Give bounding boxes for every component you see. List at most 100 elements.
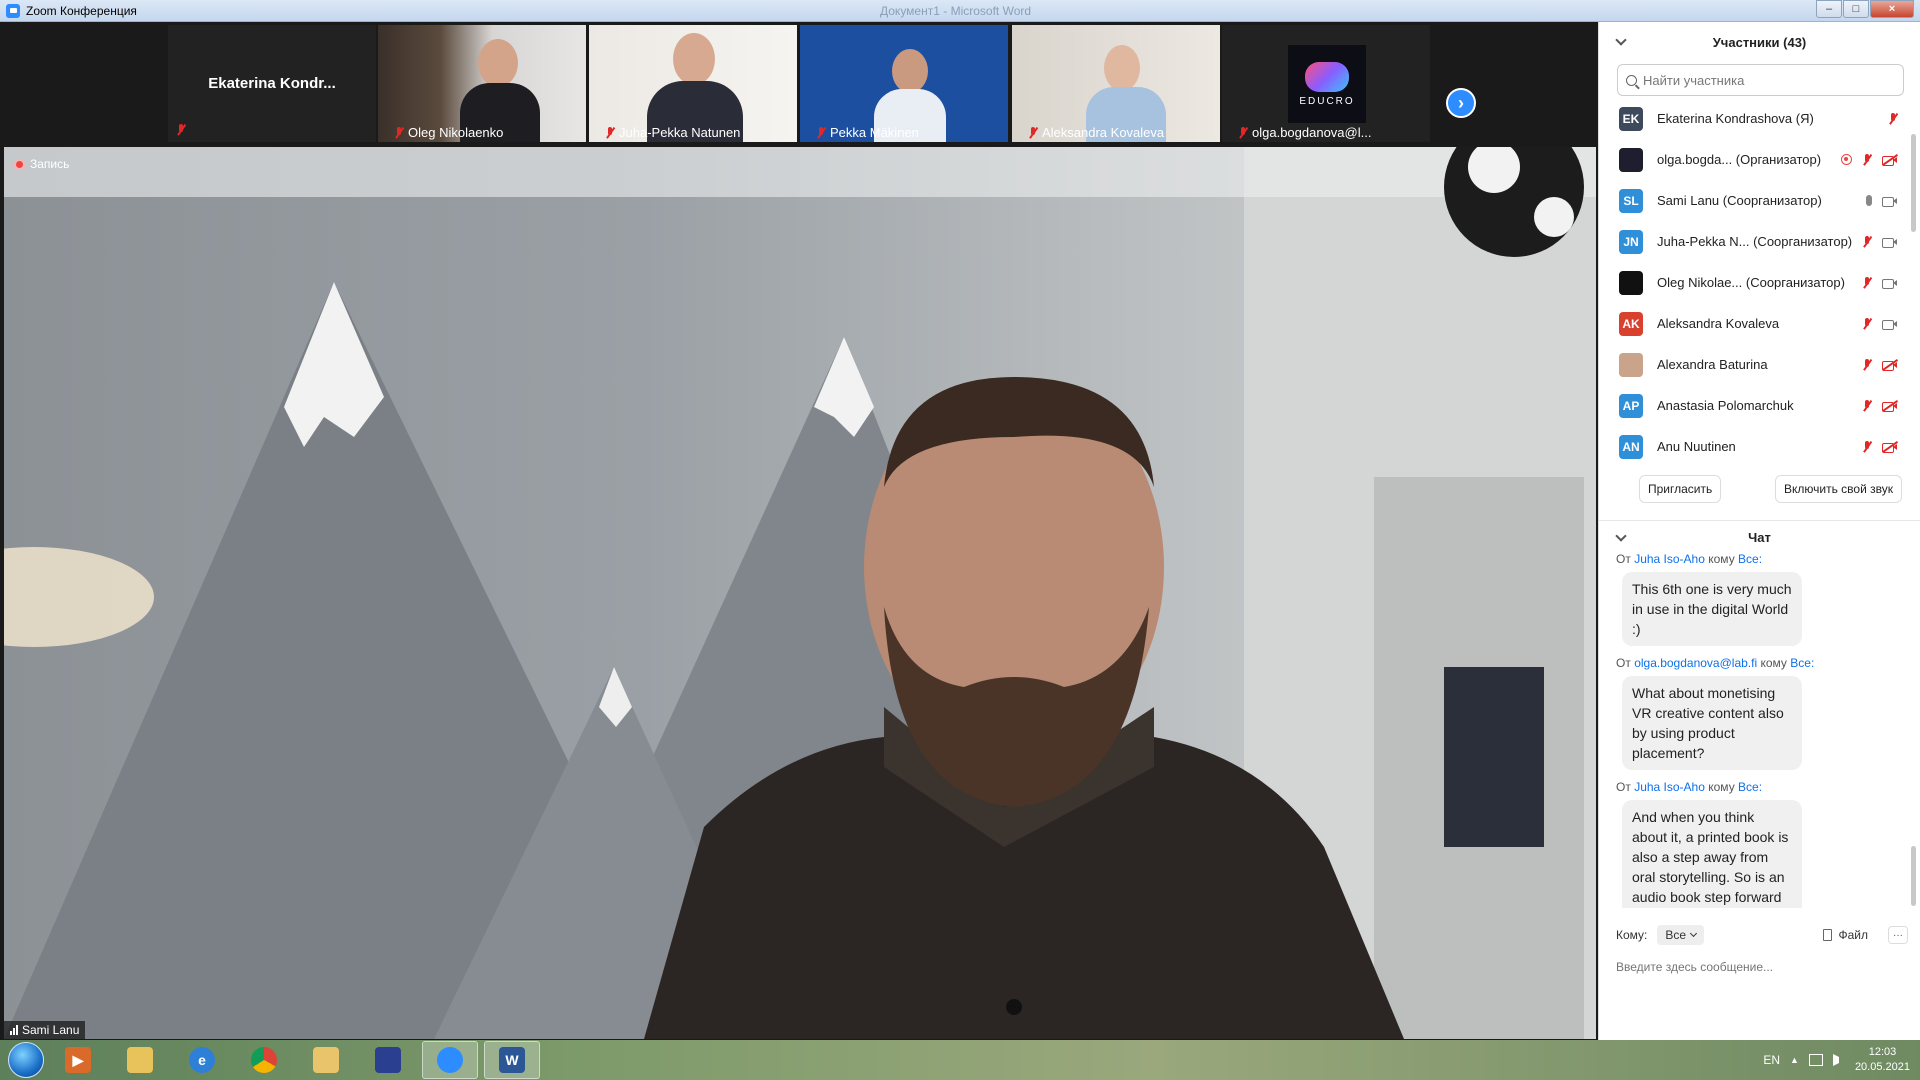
- mic-muted-icon: [1238, 126, 1248, 139]
- start-button[interactable]: [8, 1042, 44, 1078]
- speaker-name: Sami Lanu: [22, 1023, 80, 1037]
- title-bar: Zoom Конференция Документ1 - Microsoft W…: [0, 0, 1920, 22]
- chat-recipient[interactable]: Все:: [1790, 656, 1814, 670]
- participant-row[interactable]: AN Anu Nuutinen: [1599, 426, 1920, 467]
- collapse-chevron-icon[interactable]: [1615, 34, 1627, 46]
- participant-face: [478, 39, 518, 87]
- invite-button[interactable]: Пригласить: [1639, 475, 1722, 503]
- chat-to-prefix: кому: [1760, 656, 1787, 670]
- mic-muted-icon: [816, 126, 826, 139]
- participant-face: [673, 33, 715, 85]
- network-icon[interactable]: [1808, 1054, 1823, 1066]
- windows-taskbar: ▶ e W EN ▲ 12:03 20.05.2021: [0, 1040, 1920, 1080]
- recording-dot-icon: [14, 158, 25, 170]
- thumbnail-name: Oleg Nikolaenko: [408, 125, 504, 140]
- mic-muted-icon: [1888, 112, 1898, 125]
- participants-scrollbar[interactable]: [1911, 134, 1916, 232]
- participant-search[interactable]: Найти участника: [1617, 64, 1904, 96]
- chat-collapse-chevron-icon[interactable]: [1615, 530, 1627, 542]
- taskbar-app-word[interactable]: W: [484, 1041, 540, 1079]
- clock[interactable]: 12:03 20.05.2021: [1855, 1045, 1910, 1075]
- avatar: [1619, 352, 1643, 377]
- taskbar-app-save[interactable]: [360, 1041, 416, 1079]
- thumbnail-oleg[interactable]: Oleg Nikolaenko: [378, 25, 586, 142]
- thumbnail-juha-pekka[interactable]: Juha-Pekka Natunen: [589, 25, 797, 142]
- thumbnail-label: Aleksandra Kovaleva: [1028, 125, 1164, 140]
- avatar: [1619, 147, 1643, 172]
- mic-muted-icon: [1862, 153, 1872, 166]
- language-indicator[interactable]: EN: [1763, 1053, 1780, 1067]
- system-tray: EN ▲ 12:03 20.05.2021: [1763, 1040, 1910, 1080]
- participant-status-icons: [1862, 399, 1898, 412]
- chat-message-input[interactable]: [1598, 950, 1918, 984]
- ie-icon: e: [189, 1047, 215, 1073]
- chevron-down-icon: [1690, 929, 1698, 938]
- unmute-self-button[interactable]: Включить свой звук: [1775, 475, 1902, 503]
- file-button[interactable]: Файл: [1823, 928, 1868, 942]
- camera-off-icon: [1882, 153, 1898, 166]
- participant-actions: Пригласить Включить свой звук: [1599, 467, 1920, 503]
- window-title: Zoom Конференция: [26, 3, 137, 18]
- taskbar-app-chrome[interactable]: [236, 1041, 292, 1079]
- chat-sender-name[interactable]: Juha Iso-Aho: [1634, 552, 1705, 566]
- minimize-button[interactable]: –: [1816, 0, 1842, 18]
- participant-name: Oleg Nikolae... (Соорганизатор): [1657, 275, 1845, 290]
- mic-muted-icon: [1862, 358, 1872, 371]
- thumbnail-aleksandra[interactable]: Aleksandra Kovaleva: [1012, 25, 1220, 142]
- next-page-button[interactable]: ›: [1446, 88, 1476, 118]
- chat-message-bubble: What about monetising VR creative conten…: [1622, 676, 1802, 770]
- participant-row[interactable]: SL Sami Lanu (Соорганизатор): [1599, 180, 1920, 221]
- media-player-icon: ▶: [65, 1047, 91, 1073]
- participant-face: [1104, 45, 1140, 91]
- participant-row[interactable]: olga.bogda... (Организатор): [1599, 139, 1920, 180]
- mic-muted-icon: [1862, 276, 1872, 289]
- chat-footer: Кому: Все Файл ···: [1598, 920, 1918, 984]
- participant-row[interactable]: AP Anastasia Polomarchuk: [1599, 385, 1920, 426]
- zoom-icon: [437, 1047, 463, 1073]
- chat-recipient[interactable]: Все:: [1738, 552, 1762, 566]
- participant-row[interactable]: Oleg Nikolae... (Соорганизатор): [1599, 262, 1920, 303]
- thumbnail-ekaterina[interactable]: Ekaterina Kondr...: [168, 25, 376, 142]
- avatar: AK: [1619, 311, 1643, 336]
- participant-row[interactable]: JN Juha-Pekka N... (Соорганизатор): [1599, 221, 1920, 262]
- participant-row[interactable]: EK Ekaterina Kondrashova (Я): [1599, 98, 1920, 139]
- taskbar-app-ie[interactable]: e: [174, 1041, 230, 1079]
- active-speaker-video: Запись Sami Lanu: [4, 147, 1596, 1039]
- thumbnail-pekka[interactable]: Pekka Mäkinen: [800, 25, 1008, 142]
- chat-recipient[interactable]: Все:: [1738, 780, 1762, 794]
- volume-icon[interactable]: [1832, 1054, 1845, 1066]
- clock-date: 20.05.2021: [1854, 1061, 1910, 1073]
- thumbnail-olga[interactable]: EDUCRO olga.bogdanova@l...: [1222, 25, 1430, 142]
- more-options-button[interactable]: ···: [1888, 926, 1908, 944]
- participant-name: Aleksandra Kovaleva: [1657, 316, 1780, 331]
- clock-time: 12:03: [1868, 1046, 1897, 1058]
- recipient-select[interactable]: Все: [1657, 925, 1705, 945]
- taskbar-app-media-player[interactable]: ▶: [50, 1041, 106, 1079]
- chat-scrollbar[interactable]: [1911, 846, 1916, 906]
- participant-name: Anu Nuutinen: [1657, 439, 1736, 454]
- taskbar-app-folder[interactable]: [298, 1041, 354, 1079]
- speaker-name-tag: Sami Lanu: [4, 1021, 86, 1039]
- chat-sender-name[interactable]: olga.bogdanova@lab.fi: [1634, 656, 1757, 670]
- participant-row[interactable]: Alexandra Baturina: [1599, 344, 1920, 385]
- maximize-button[interactable]: □: [1843, 0, 1869, 18]
- avatar: AP: [1619, 393, 1643, 418]
- participant-row[interactable]: AK Aleksandra Kovaleva: [1599, 303, 1920, 344]
- participant-name: Alexandra Baturina: [1657, 357, 1768, 372]
- chat-sender-name[interactable]: Juha Iso-Aho: [1634, 780, 1705, 794]
- thumbnail-label: Pekka Mäkinen: [816, 125, 919, 140]
- taskbar-app-explorer[interactable]: [112, 1041, 168, 1079]
- taskbar-app-zoom[interactable]: [422, 1041, 478, 1079]
- recording-indicator: Запись: [14, 157, 69, 171]
- camera-icon: [1882, 196, 1898, 207]
- chat-messages: От Juha Iso-Aho кому Все: This 6th one is…: [1598, 542, 1914, 908]
- close-button[interactable]: ×: [1870, 0, 1914, 18]
- mic-muted-icon: [1862, 235, 1872, 248]
- participant-status-icons: [1888, 112, 1898, 125]
- save-icon: [375, 1047, 401, 1073]
- tray-expand-icon[interactable]: ▲: [1790, 1055, 1799, 1065]
- search-input[interactable]: Найти участника: [1643, 73, 1744, 88]
- participants-title: Участники (43): [1712, 34, 1807, 50]
- thumbnail-name: Juha-Pekka Natunen: [619, 125, 741, 140]
- zoom-app-icon: [6, 3, 20, 18]
